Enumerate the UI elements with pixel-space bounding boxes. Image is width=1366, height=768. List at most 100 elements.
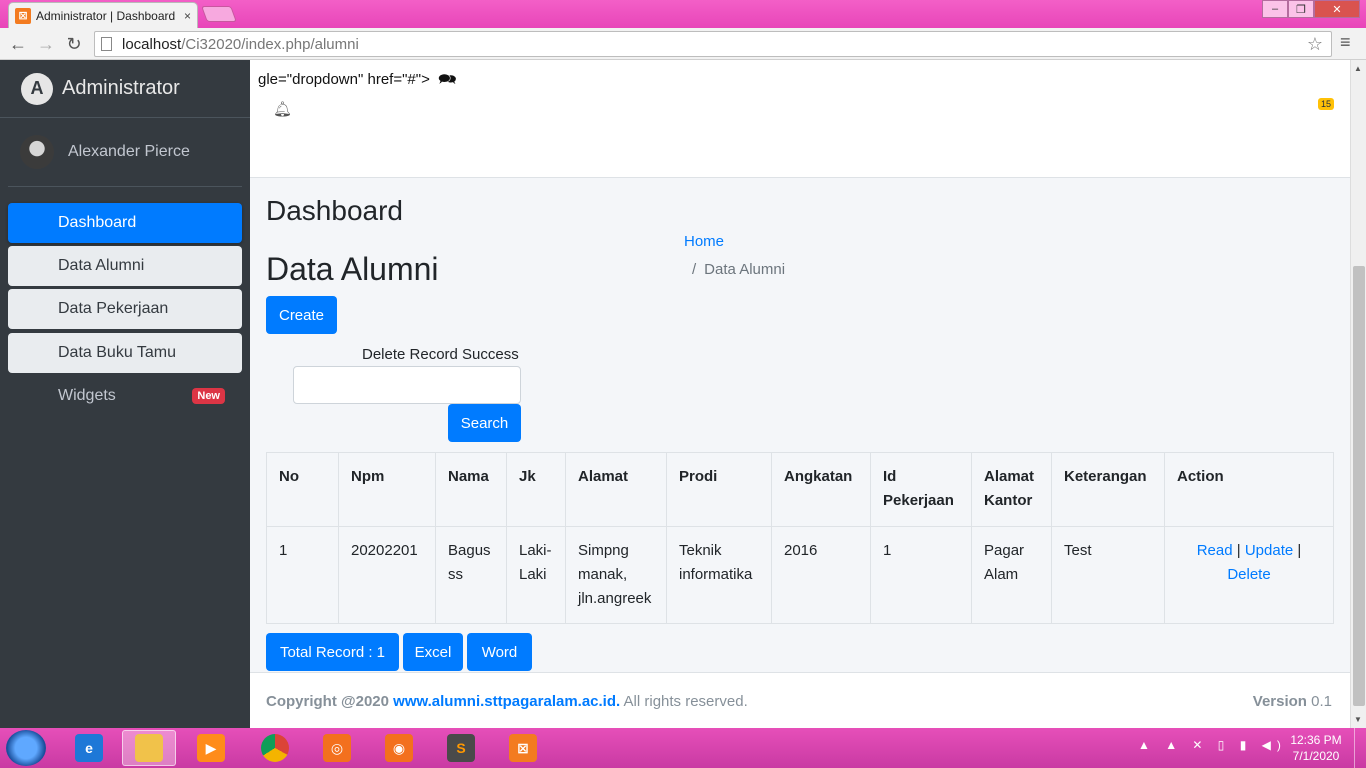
- comments-icon[interactable]: 🗪: [438, 69, 457, 94]
- sidebar-item-label: Dashboard: [58, 214, 137, 231]
- bookmark-star-icon[interactable]: ☆: [1307, 34, 1323, 55]
- create-button[interactable]: Create: [266, 296, 337, 334]
- browser-tabbar: ⊠ Administrator | Dashboard × – ❐ ✕: [0, 0, 1366, 28]
- file-explorer-icon[interactable]: [122, 730, 176, 766]
- new-badge: New: [192, 388, 225, 404]
- site-link[interactable]: www.alumni.sttpagaralam.ac.id.: [393, 693, 620, 710]
- excel-export-button[interactable]: Excel: [403, 633, 463, 671]
- clock-date: 7/1/2020: [1292, 749, 1340, 763]
- alumni-table: No Npm Nama Jk Alamat Prodi Angkatan Id …: [266, 452, 1334, 624]
- new-tab-button[interactable]: [201, 6, 237, 22]
- sidebar-item-data-pekerjaan[interactable]: Data Pekerjaan: [8, 289, 242, 329]
- page-icon: [101, 37, 112, 51]
- address-bar[interactable]: localhost/Ci32020/index.php/alumni ☆: [94, 31, 1332, 57]
- breadcrumb-home-link[interactable]: Home: [684, 233, 724, 250]
- back-arrow-icon[interactable]: ←: [6, 32, 30, 56]
- tab-close-icon[interactable]: ×: [184, 9, 191, 23]
- scrollbar-thumb[interactable]: [1353, 266, 1365, 706]
- col-header-alamat-kantor: Alamat Kantor: [971, 452, 1052, 527]
- start-button-icon[interactable]: [6, 730, 46, 766]
- col-header-alamat: Alamat: [565, 452, 667, 527]
- cell-id-pekerjaan: 1: [870, 526, 972, 624]
- cell-npm: 20202201: [338, 526, 436, 624]
- bell-icon[interactable]: 🔔︎: [273, 100, 292, 118]
- version-label: Version: [1252, 693, 1307, 710]
- cell-jk: Laki-Laki: [506, 526, 566, 624]
- main-sidebar: A Administrator Alexander Pierce Dashboa…: [0, 60, 250, 728]
- internet-explorer-icon[interactable]: e: [62, 730, 116, 766]
- leaked-markup-text: gle="dropdown" href="#"> 🗪: [258, 69, 457, 94]
- page-scrollbar[interactable]: ▲ ▼: [1350, 60, 1366, 728]
- sidebar-item-label: Widgets: [58, 387, 116, 404]
- top-navbar: gle="dropdown" href="#"> 🗪 🔔︎ 15: [250, 60, 1350, 178]
- sidebar-item-widgets[interactable]: Widgets New: [8, 376, 242, 416]
- col-header-jk: Jk: [506, 452, 566, 527]
- sidebar-item-data-alumni[interactable]: Data Alumni: [8, 246, 242, 286]
- search-button[interactable]: Search: [448, 404, 521, 442]
- cell-alamat: Simpng manak, jln.angreek: [565, 526, 667, 624]
- content-header-title: Dashboard: [266, 195, 403, 226]
- brand-text: Administrator: [62, 77, 180, 99]
- avatar: [20, 135, 54, 169]
- reload-icon[interactable]: ↻: [62, 32, 86, 56]
- brand-logo-icon: A: [21, 72, 53, 105]
- screenshot-tool-icon[interactable]: ◎: [310, 730, 364, 766]
- col-header-id-pekerjaan: Id Pekerjaan: [870, 452, 972, 527]
- update-link[interactable]: Update: [1245, 542, 1293, 559]
- user-panel[interactable]: Alexander Pierce: [8, 118, 242, 187]
- window-minimize-button[interactable]: –: [1262, 0, 1288, 18]
- action-separator: |: [1297, 542, 1302, 559]
- clock-time: 12:36 PM: [1290, 733, 1342, 747]
- page-title: Data Alumni: [266, 251, 439, 287]
- copyright-prefix: Copyright @2020: [266, 693, 389, 710]
- cell-prodi: Teknik informatika: [666, 526, 772, 624]
- leaked-markup-string: gle="dropdown" href="#">: [258, 71, 430, 88]
- show-desktop-button[interactable]: [1354, 728, 1366, 768]
- chrome-icon[interactable]: [248, 730, 302, 766]
- sidebar-item-data-buku-tamu[interactable]: Data Buku Tamu: [8, 333, 242, 373]
- flash-message: Delete Record Success: [362, 346, 519, 363]
- sublime-text-icon[interactable]: S: [434, 730, 488, 766]
- scroll-down-arrow-icon[interactable]: ▼: [1354, 715, 1362, 724]
- user-name[interactable]: Alexander Pierce: [68, 143, 190, 161]
- col-header-keterangan: Keterangan: [1051, 452, 1165, 527]
- sidebar-item-label: Data Alumni: [58, 257, 145, 274]
- read-link[interactable]: Read: [1197, 542, 1233, 559]
- browser-toolbar: ← → ↻ localhost/Ci32020/index.php/alumni…: [0, 28, 1366, 60]
- action-separator: |: [1236, 542, 1241, 559]
- word-export-button[interactable]: Word: [467, 633, 532, 671]
- cell-keterangan: Test: [1051, 526, 1165, 624]
- col-header-angkatan: Angkatan: [771, 452, 871, 527]
- delete-link[interactable]: Delete: [1227, 566, 1270, 583]
- breadcrumb-separator: /: [692, 261, 697, 278]
- table-header-row: No Npm Nama Jk Alamat Prodi Angkatan Id …: [266, 452, 1334, 527]
- search-input[interactable]: [293, 366, 521, 404]
- tab-title: Administrator | Dashboard: [36, 8, 176, 23]
- col-header-nama: Nama: [435, 452, 507, 527]
- sidebar-item-label: Data Pekerjaan: [58, 300, 169, 317]
- camera-app-icon[interactable]: ◉: [372, 730, 426, 766]
- content-wrapper: Dashboard Home / Data Alumni Data Alumni …: [250, 178, 1350, 672]
- scroll-up-arrow-icon[interactable]: ▲: [1354, 64, 1362, 73]
- window-close-button[interactable]: ✕: [1314, 0, 1360, 18]
- system-tray[interactable]: ▲ ▲ ✕ ▯ ▮ ◀): [1138, 738, 1287, 752]
- browser-tab[interactable]: ⊠ Administrator | Dashboard ×: [8, 2, 198, 28]
- cell-alamat-kantor: Pagar Alam: [971, 526, 1052, 624]
- copyright-text: Copyright @2020 www.alumni.sttpagaralam.…: [266, 693, 748, 710]
- browser-menu-icon[interactable]: ≡: [1340, 32, 1351, 53]
- col-header-npm: Npm: [338, 452, 436, 527]
- brand-link[interactable]: A Administrator: [0, 60, 250, 118]
- rights-text: All rights reserved.: [623, 693, 748, 710]
- forward-arrow-icon[interactable]: →: [34, 32, 58, 56]
- main-footer: Copyright @2020 www.alumni.sttpagaralam.…: [250, 672, 1350, 728]
- xampp-favicon-icon: ⊠: [15, 7, 31, 24]
- total-record-button[interactable]: Total Record : 1: [266, 633, 399, 671]
- xampp-icon[interactable]: ⊠: [496, 730, 550, 766]
- cell-nama: Bagus ss: [435, 526, 507, 624]
- cell-action: Read | Update | Delete: [1164, 526, 1334, 624]
- taskbar-clock[interactable]: 12:36 PM 7/1/2020: [1286, 732, 1346, 764]
- window-maximize-button[interactable]: ❐: [1288, 0, 1314, 18]
- table-row: 1 20202201 Bagus ss Laki-Laki Simpng man…: [266, 526, 1334, 624]
- sidebar-item-dashboard[interactable]: Dashboard: [8, 203, 242, 243]
- media-player-icon[interactable]: ▶: [184, 730, 238, 766]
